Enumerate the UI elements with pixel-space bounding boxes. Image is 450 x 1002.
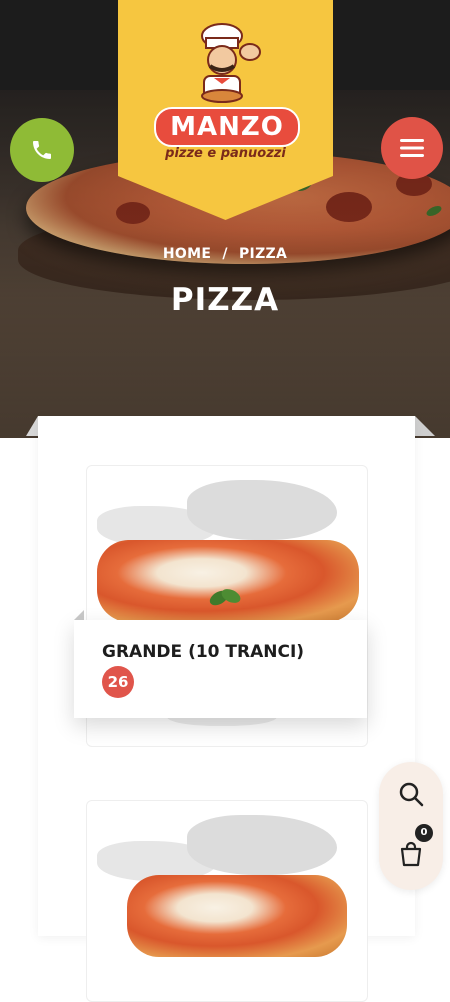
brush-decoration bbox=[187, 480, 337, 540]
product-label[interactable]: GRANDE (10 TRANCI) 26 bbox=[74, 620, 367, 718]
price-badge: 26 bbox=[102, 666, 134, 698]
menu-button[interactable] bbox=[381, 117, 443, 179]
chef-mascot-icon bbox=[201, 23, 261, 103]
brand-tagline: pizze e panuozzi bbox=[165, 146, 286, 161]
brush-decoration bbox=[187, 815, 337, 875]
cart-count-badge: 0 bbox=[415, 824, 433, 842]
brand-logo[interactable]: MANZO pizze e panuozzi bbox=[118, 0, 333, 220]
brand-name: MANZO bbox=[154, 107, 300, 147]
breadcrumb-separator: / bbox=[222, 246, 228, 262]
product-card[interactable] bbox=[86, 800, 368, 1002]
product-name[interactable]: GRANDE (10 TRANCI) bbox=[102, 642, 304, 662]
basil-leaf-icon bbox=[209, 589, 241, 606]
breadcrumb-home-link[interactable]: HOME bbox=[163, 246, 211, 262]
cart-icon[interactable] bbox=[397, 840, 425, 868]
product-image bbox=[127, 875, 347, 957]
search-icon[interactable] bbox=[397, 780, 425, 808]
hamburger-icon bbox=[400, 139, 424, 157]
breadcrumb: HOME / PIZZA bbox=[0, 246, 450, 262]
breadcrumb-current: PIZZA bbox=[239, 246, 288, 262]
phone-button[interactable] bbox=[10, 118, 74, 182]
phone-icon bbox=[33, 141, 51, 159]
page-title: PIZZA bbox=[170, 282, 280, 318]
floating-action-bar: 0 bbox=[379, 762, 443, 890]
